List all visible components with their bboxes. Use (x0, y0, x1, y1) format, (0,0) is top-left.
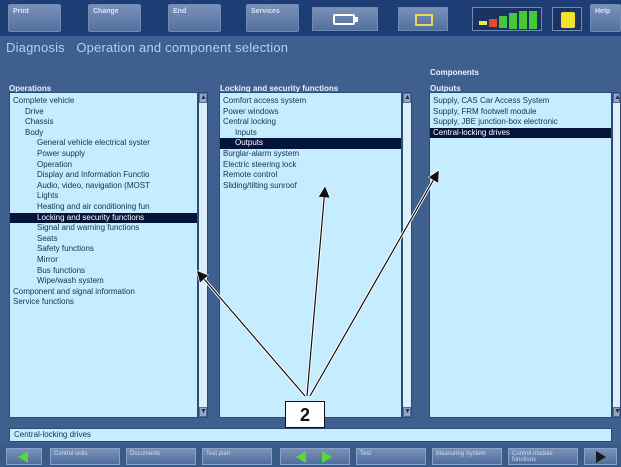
callout-label: 2 (285, 401, 325, 428)
callout-arrows (0, 0, 621, 397)
